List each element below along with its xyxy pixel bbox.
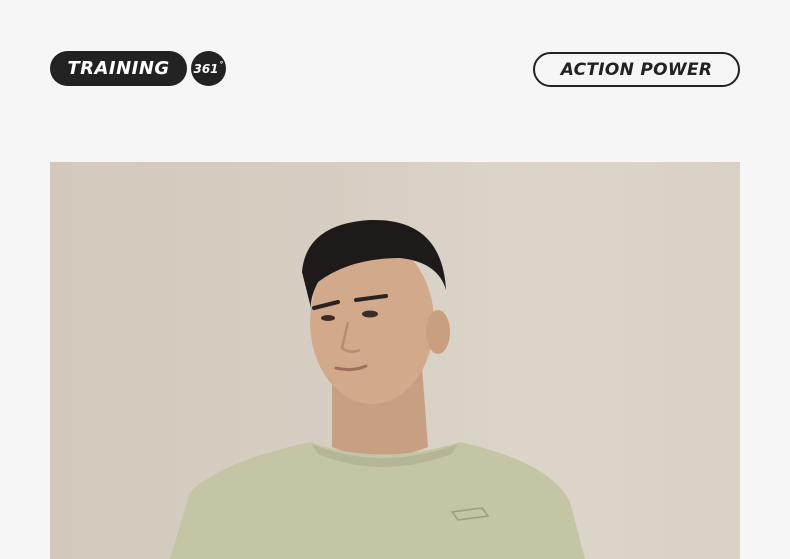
action-label: ACTION POWER xyxy=(560,59,713,80)
training-badge: TRAINING xyxy=(50,51,187,86)
brand-logo: 361 ° xyxy=(191,51,226,86)
action-power-badge: ACTION POWER xyxy=(533,52,740,87)
logo-text: 361 xyxy=(193,61,219,76)
model-illustration xyxy=(170,162,740,559)
logo-degree: ° xyxy=(219,60,224,69)
product-photo xyxy=(50,162,740,559)
training-label: TRAINING xyxy=(67,58,170,79)
